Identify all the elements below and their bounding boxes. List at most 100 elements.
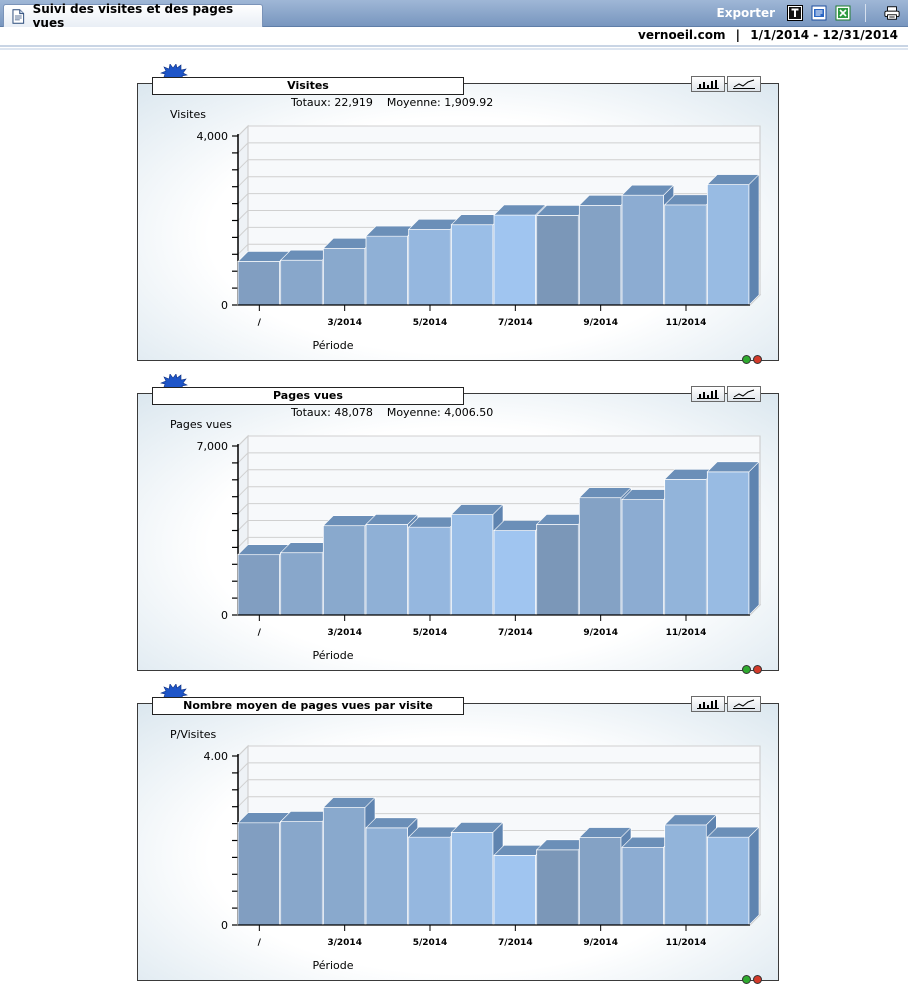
status-red-dot — [753, 355, 762, 364]
bar-front — [536, 524, 579, 616]
report-tab-title: Suivi des visites et des pages vues — [32, 2, 234, 30]
header-divider — [0, 48, 908, 50]
x-tick-label: 9/2014 — [583, 318, 618, 328]
x-tick-label: 3/2014 — [327, 938, 362, 948]
x-tick-label: 11/2014 — [666, 628, 707, 638]
status-indicator — [740, 975, 762, 984]
status-red-dot — [753, 975, 762, 984]
status-indicator — [740, 665, 762, 674]
bar-front — [578, 204, 622, 306]
y-tick-label: 0 — [221, 609, 228, 622]
x-tick-label: 11/2014 — [666, 938, 707, 948]
bar-front — [365, 827, 409, 926]
bar-front — [621, 846, 665, 926]
x-tick-label: 7/2014 — [498, 938, 533, 948]
x-tick-label: / — [258, 938, 262, 948]
x-tick-label: 3/2014 — [327, 318, 362, 328]
bar-front — [621, 194, 665, 306]
status-indicator — [740, 355, 762, 364]
top-toolbar: Suivi des visites et des pages vues Expo… — [0, 0, 908, 30]
bar-front — [280, 259, 323, 306]
x-tick-label: / — [258, 318, 262, 328]
bar-front — [493, 214, 537, 306]
document-icon — [12, 8, 25, 24]
bar-front — [536, 215, 579, 306]
bar-front — [536, 849, 579, 926]
site-separator: | — [735, 28, 741, 42]
bar-front — [664, 204, 707, 306]
bar-front — [280, 821, 323, 926]
bar-front — [706, 836, 750, 926]
bar-front — [408, 836, 451, 926]
x-axis-title: Période — [312, 339, 353, 352]
bar-front — [365, 524, 409, 616]
export-text-button[interactable] — [787, 5, 803, 21]
text-export-icon — [787, 5, 803, 21]
y-tick-label: 0 — [221, 919, 228, 932]
bar-front — [365, 235, 409, 306]
x-axis-title: Période — [312, 959, 353, 972]
x-tick-label: 11/2014 — [666, 318, 707, 328]
bar-side — [748, 173, 760, 306]
pageviews-chart: 0 7,000 / 3/2014 5/2014 7/2014 9/2014 11/2014 Pé… — [197, 434, 762, 662]
pages-per-visit-panel: Nombre moyen de pages vues par visite P/… — [137, 684, 779, 984]
bar-front — [280, 552, 323, 616]
bar-front — [322, 525, 366, 616]
status-red-dot — [753, 665, 762, 674]
report-context-bar: vernoeil.com | 1/1/2014 - 12/31/2014 — [0, 27, 908, 47]
site-name: vernoeil.com — [638, 28, 726, 42]
status-green-dot — [742, 355, 751, 364]
excel-export-icon — [835, 5, 851, 21]
bar — [706, 826, 760, 926]
y-tick-label: 0 — [221, 299, 228, 312]
bar-front — [237, 554, 281, 616]
bar-front — [322, 247, 366, 306]
bar-front — [621, 499, 665, 616]
bar-front — [450, 832, 494, 926]
export-label: Exporter — [716, 6, 775, 20]
y-tick-label: 4.00 — [204, 750, 229, 763]
status-green-dot — [742, 665, 751, 674]
x-tick-label: / — [258, 628, 262, 638]
site-and-range: vernoeil.com | 1/1/2014 - 12/31/2014 — [638, 28, 898, 42]
bar-side — [748, 826, 760, 926]
x-tick-label: 3/2014 — [327, 628, 362, 638]
export-excel-button[interactable] — [835, 5, 851, 21]
visits-chart: 0 4,000 / 3/2014 5/2014 7/2014 9/2014 11/2014 Pé… — [197, 124, 762, 352]
bar-front — [493, 530, 537, 616]
pages-per-visit-chart: 0 4.00 / 3/2014 5/2014 7/2014 9/2014 11/2014 Pér… — [204, 744, 762, 972]
bar-front — [706, 471, 750, 616]
bar-front — [237, 261, 281, 306]
printer-icon — [884, 6, 900, 20]
export-word-button[interactable] — [811, 5, 827, 21]
bar-front — [706, 184, 750, 306]
x-tick-label: 9/2014 — [583, 628, 618, 638]
x-tick-label: 7/2014 — [498, 628, 533, 638]
x-tick-label: 5/2014 — [413, 318, 448, 328]
report-tab[interactable]: Suivi des visites et des pages vues — [3, 2, 263, 30]
bar-front — [450, 224, 494, 306]
bar-front — [578, 837, 622, 926]
bar-front — [237, 822, 281, 926]
bar — [706, 173, 760, 306]
bar-front — [408, 526, 451, 616]
x-tick-label: 5/2014 — [413, 628, 448, 638]
bar-front — [450, 514, 494, 616]
bar-side — [748, 461, 760, 616]
toolbar-separator — [865, 4, 866, 22]
date-range: 1/1/2014 - 12/31/2014 — [750, 28, 898, 42]
bar — [706, 461, 760, 616]
bar-front — [664, 478, 707, 616]
bar-front — [322, 807, 366, 926]
x-tick-label: 7/2014 — [498, 318, 533, 328]
x-tick-label: 5/2014 — [413, 938, 448, 948]
print-button[interactable] — [884, 5, 900, 21]
bar-front — [664, 824, 707, 926]
export-toolbar: Exporter — [717, 3, 900, 23]
pageviews-panel: Pages vues Totaux: 48,078 Moyenne: 4,006… — [137, 374, 779, 674]
bar-front — [408, 228, 451, 306]
bar-front — [493, 854, 537, 926]
y-tick-label: 4,000 — [197, 130, 229, 143]
word-export-icon — [811, 5, 827, 21]
x-tick-label: 9/2014 — [583, 938, 618, 948]
